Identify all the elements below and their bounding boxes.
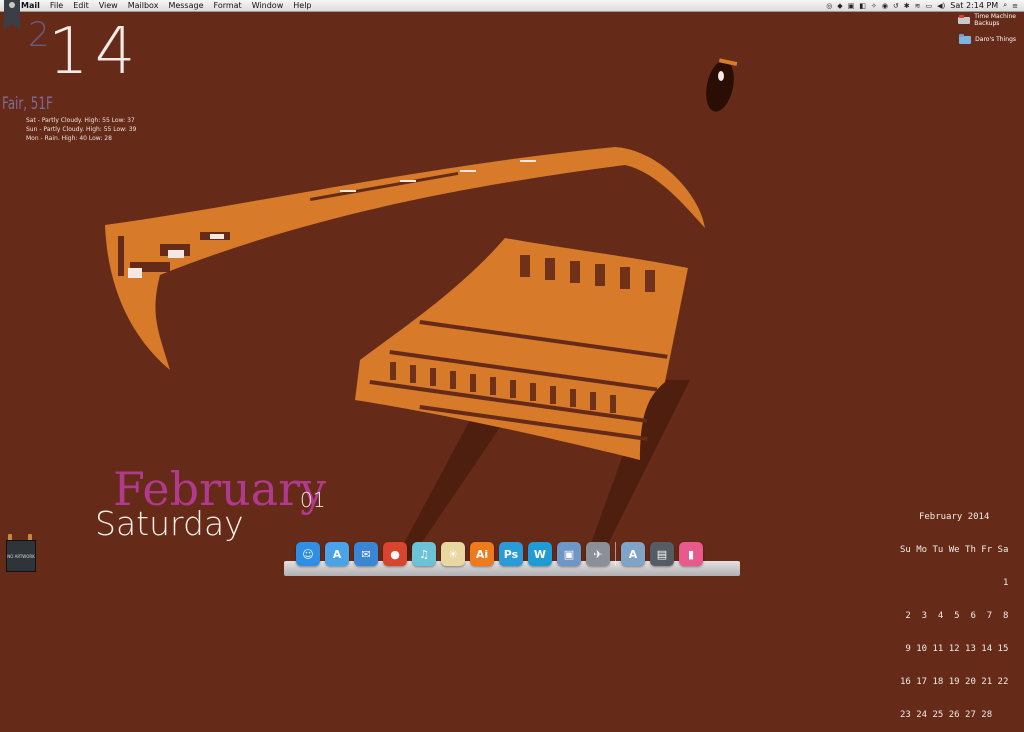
- menu-item-view[interactable]: View: [94, 1, 123, 10]
- dock-photoshop-icon[interactable]: Ps: [499, 542, 523, 566]
- dock-chrome-icon[interactable]: ●: [383, 542, 407, 566]
- clock-hour: 2: [28, 15, 50, 55]
- menubar-clock[interactable]: Sat 2:14 PM: [950, 1, 998, 10]
- weather-forecast: Sat - Partly Cloudy. High: 55 Low: 37 Su…: [26, 116, 136, 143]
- menu-bar: ◆ Mail File Edit View Mailbox Message Fo…: [0, 0, 1024, 12]
- menu-item-mail[interactable]: Mail: [16, 1, 45, 10]
- menu-item-help[interactable]: Help: [288, 1, 316, 10]
- menu-item-window[interactable]: Window: [247, 1, 289, 10]
- dock-illustrator-icon[interactable]: Ai: [470, 542, 494, 566]
- menu-item-mailbox[interactable]: Mailbox: [123, 1, 164, 10]
- dock-app-store-icon[interactable]: A: [325, 542, 349, 566]
- time-machine-icon[interactable]: ↺: [893, 2, 899, 10]
- menu-item-message[interactable]: Message: [163, 1, 208, 10]
- folder-icon: [959, 34, 972, 44]
- dock-preview-icon[interactable]: ▣: [557, 542, 581, 566]
- calendar-week: 1: [900, 578, 1009, 588]
- menu-item-file[interactable]: File: [45, 1, 68, 10]
- dock-applications-icon[interactable]: A: [621, 542, 645, 566]
- forecast-line: Sat - Partly Cloudy. High: 55 Low: 37: [26, 117, 135, 124]
- desktop-icon-daros-things[interactable]: Daro's Things: [959, 34, 1016, 44]
- bookmark-ribbon-icon: [4, 0, 20, 30]
- volume-icon[interactable]: ◀): [937, 2, 945, 10]
- spotlight-icon[interactable]: ⌕: [1003, 1, 1007, 10]
- dropbox-icon[interactable]: ◆: [837, 2, 842, 10]
- desktop-icon-label: Backups: [974, 20, 1000, 27]
- menu-item-edit[interactable]: Edit: [68, 1, 94, 10]
- dock-downloads-icon[interactable]: ▤: [650, 542, 674, 566]
- flag-input-icon[interactable]: ▭: [926, 2, 933, 10]
- calendar-title: February 2014: [918, 512, 990, 522]
- notification-center-icon[interactable]: ≡: [1012, 2, 1018, 10]
- desktop-icon-label: Daro's Things: [975, 35, 1016, 43]
- calendar-week: 23 24 25 26 27 28: [900, 710, 993, 720]
- wifi-icon[interactable]: ≋: [915, 2, 921, 10]
- dock-separator: [615, 542, 616, 566]
- status-app-icon-2[interactable]: ◧: [859, 2, 866, 10]
- calendar-week: 9 10 11 12 13 14 15: [900, 644, 1009, 654]
- dock-finder-icon[interactable]: ☺: [296, 542, 320, 566]
- clock-minutes: 14: [48, 15, 142, 89]
- calendar-widget: February 2014 Su Mo Tu We Th Fr Sa 1 2 3…: [900, 490, 1008, 732]
- dock-itunes-icon[interactable]: ♫: [412, 542, 436, 566]
- bluetooth-icon[interactable]: ✱: [904, 2, 910, 10]
- status-menu-icon[interactable]: ◎: [826, 2, 832, 10]
- dock-launchpad-icon[interactable]: ✈: [586, 542, 610, 566]
- calendar-week: 16 17 18 19 20 21 22: [900, 677, 1009, 687]
- dock-word-icon[interactable]: W: [528, 542, 552, 566]
- album-artwork-widget[interactable]: NO ARTWORK: [6, 534, 36, 572]
- date-day: 01: [300, 488, 326, 512]
- status-app-icon-3[interactable]: ✧: [871, 2, 877, 10]
- date-weekday: Saturday: [95, 504, 244, 543]
- dock-trash-icon[interactable]: ▮: [679, 542, 703, 566]
- desktop-icon-label: Time Machine: [974, 13, 1016, 20]
- artwork-label: NO ARTWORK: [6, 540, 36, 572]
- dock-mail-icon[interactable]: ✉: [354, 542, 378, 566]
- status-app-icon[interactable]: ▣: [848, 2, 855, 10]
- status-app-icon-4[interactable]: ◉: [882, 2, 888, 10]
- dock-tips-icon[interactable]: ☀: [441, 542, 465, 566]
- weather-current: Fair, 51F: [2, 94, 53, 114]
- forecast-line: Mon - Rain. High: 40 Low: 28: [26, 135, 112, 142]
- dock-items: ☺ A ✉ ● ♫ ☀ Ai Ps W ▣ ✈ A ▤ ▮: [296, 542, 703, 566]
- time-machine-drive-icon: [958, 15, 971, 24]
- desktop-icon-time-machine[interactable]: Time Machine Backups: [958, 13, 1016, 27]
- calendar-header: Su Mo Tu We Th Fr Sa: [900, 545, 1009, 555]
- calendar-week: 2 3 4 5 6 7 8: [900, 611, 1009, 621]
- menu-item-format[interactable]: Format: [209, 1, 247, 10]
- status-area: ◎ ◆ ▣ ◧ ✧ ◉ ↺ ✱ ≋ ▭ ◀) Sat 2:14 PM ⌕ ≡: [826, 1, 1024, 10]
- forecast-line: Sun - Partly Cloudy. High: 55 Low: 39: [26, 126, 137, 133]
- dock: ☺ A ✉ ● ♫ ☀ Ai Ps W ▣ ✈ A ▤ ▮: [284, 540, 740, 576]
